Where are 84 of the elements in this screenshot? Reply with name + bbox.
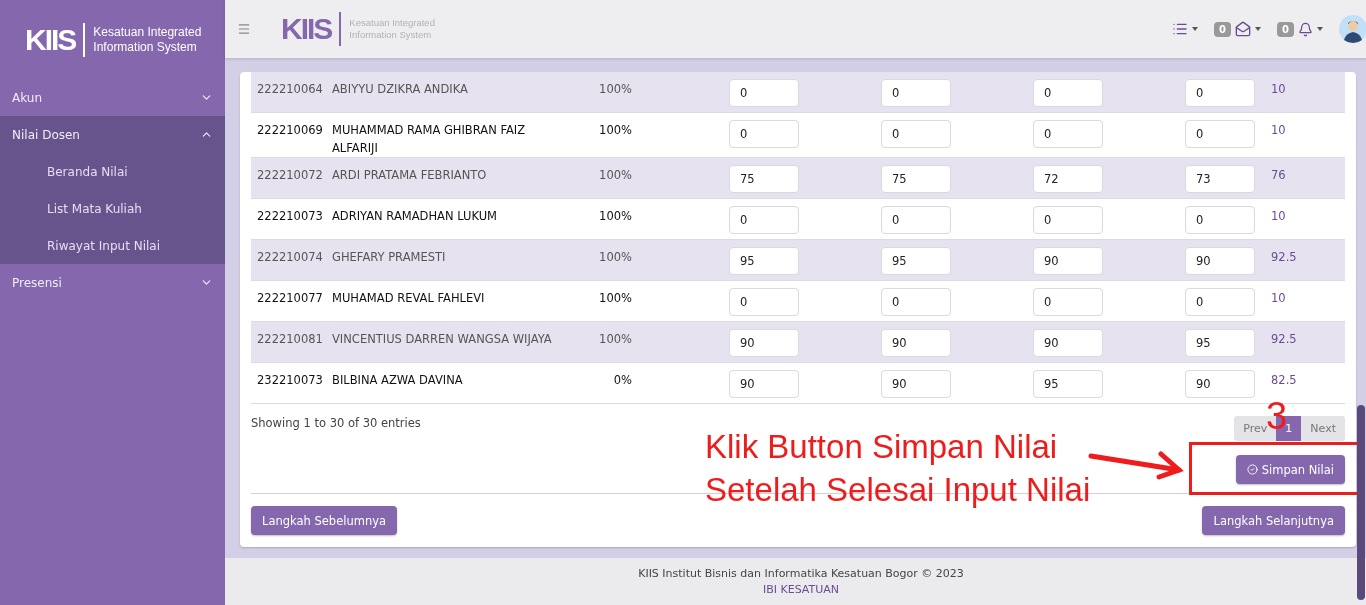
student-name: ABIYYU DZIKRA ANDIKA xyxy=(332,81,469,98)
header-title: Kesatuan Integrated Information System xyxy=(349,17,435,41)
score-input[interactable]: 75 xyxy=(729,165,799,193)
student-id: 222210064 xyxy=(257,81,324,98)
student-id: 222210074 xyxy=(257,249,324,266)
score-input[interactable]: 73 xyxy=(1185,165,1255,193)
save-grades-button[interactable]: Simpan Nilai xyxy=(1235,455,1345,484)
student-name: ARDI PRATAMA FEBRIANTO xyxy=(332,167,488,184)
student-name: VINCENTIUS DARREN WANGSA WIJAYA xyxy=(332,331,553,348)
sidebar-item[interactable]: Presensi xyxy=(0,264,225,301)
attendance-percent: 100% xyxy=(598,249,633,266)
score-input[interactable]: 0 xyxy=(729,206,799,234)
final-score: 10 xyxy=(1270,81,1287,98)
score-input[interactable]: 90 xyxy=(881,329,951,357)
score-input[interactable]: 0 xyxy=(881,79,951,107)
attendance-percent: 100% xyxy=(598,290,633,307)
sidebar-logo: KIIS xyxy=(25,22,76,57)
message-count: 0 xyxy=(1214,21,1232,37)
score-input[interactable]: 90 xyxy=(729,329,799,357)
notification-count: 0 xyxy=(1277,21,1294,37)
sidebar-title: Kesatuan Integrated Information System xyxy=(93,24,202,55)
next-page-button[interactable]: Next xyxy=(1301,416,1345,441)
attendance-percent: 100% xyxy=(598,208,633,225)
student-name: ADRIYAN RAMADHAN LUKUM xyxy=(332,208,498,225)
score-input[interactable]: 0 xyxy=(1033,120,1103,148)
score-input[interactable]: 95 xyxy=(1033,370,1103,398)
attendance-percent: 100% xyxy=(598,81,633,98)
final-score: 10 xyxy=(1270,122,1287,139)
score-input[interactable]: 0 xyxy=(1185,206,1255,234)
attendance-percent: 100% xyxy=(598,331,633,348)
score-input[interactable]: 0 xyxy=(881,206,951,234)
footer-copyright: KIIS Institut Bisnis dan Informatika Kesatuan Bogor © 2023 xyxy=(638,565,964,582)
score-input[interactable]: 95 xyxy=(881,247,951,275)
student-name: GHEFARY PRAMESTI xyxy=(332,249,447,266)
final-score: 10 xyxy=(1270,290,1287,307)
final-score: 92.5 xyxy=(1270,331,1298,348)
score-input[interactable]: 0 xyxy=(881,288,951,316)
annotation-text: Klik Button Simpan Nilai Setelah Selesai Input Nilai xyxy=(705,427,1091,510)
score-input[interactable]: 0 xyxy=(1185,79,1255,107)
previous-step-button[interactable]: Langkah Sebelumnya xyxy=(251,506,398,535)
score-input[interactable]: 0 xyxy=(881,120,951,148)
student-id: 222210081 xyxy=(257,331,324,348)
score-input[interactable]: 90 xyxy=(881,370,951,398)
student-id: 222210073 xyxy=(257,208,324,225)
score-input[interactable]: 0 xyxy=(1185,288,1255,316)
footer-link[interactable]: IBI KESATUAN xyxy=(762,581,840,598)
score-input[interactable]: 75 xyxy=(881,165,951,193)
score-input[interactable]: 0 xyxy=(1033,79,1103,107)
student-id: 222210077 xyxy=(257,290,324,307)
entries-info: Showing 1 to 30 of 30 entries xyxy=(251,416,421,432)
final-score: 82.5 xyxy=(1270,372,1298,389)
score-input[interactable]: 72 xyxy=(1033,165,1103,193)
student-id: 232210073 xyxy=(257,372,324,389)
score-input[interactable]: 0 xyxy=(729,120,799,148)
next-step-button[interactable]: Langkah Selanjutnya xyxy=(1202,506,1345,535)
student-id: 222210072 xyxy=(257,167,324,184)
final-score: 10 xyxy=(1270,208,1287,225)
score-input[interactable]: 0 xyxy=(1033,206,1103,234)
student-name: BILBINA AZWA DAVINA xyxy=(332,372,464,389)
final-score: 92.5 xyxy=(1270,249,1298,266)
student-id: 222210069 xyxy=(257,122,324,139)
score-input[interactable]: 90 xyxy=(729,370,799,398)
sidebar-item[interactable]: Nilai Dosen xyxy=(0,116,225,153)
final-score: 76 xyxy=(1270,167,1287,184)
score-input[interactable]: 95 xyxy=(1185,329,1255,357)
sidebar-item[interactable]: Akun xyxy=(0,79,225,116)
header-logo: KIIS xyxy=(281,12,332,46)
score-input[interactable]: 90 xyxy=(1033,329,1103,357)
score-input[interactable]: 0 xyxy=(729,288,799,316)
score-input[interactable]: 0 xyxy=(1185,120,1255,148)
attendance-percent: 100% xyxy=(598,122,633,139)
score-input[interactable]: 90 xyxy=(1033,247,1103,275)
student-name: MUHAMMAD RAMA GHIBRAN FAIZ ALFARIJI xyxy=(332,122,527,157)
attendance-percent: 0% xyxy=(612,372,633,389)
score-input[interactable]: 0 xyxy=(1033,288,1103,316)
score-input[interactable]: 95 xyxy=(729,247,799,275)
sidebar-subitem[interactable]: Riwayat Input Nilai xyxy=(0,227,225,264)
score-input[interactable]: 0 xyxy=(729,79,799,107)
sidebar-subitem[interactable]: List Mata Kuliah xyxy=(0,190,225,227)
score-input[interactable]: 90 xyxy=(1185,247,1255,275)
sidebar-subitem[interactable]: Beranda Nilai xyxy=(0,153,225,190)
attendance-percent: 100% xyxy=(598,167,633,184)
score-input[interactable]: 90 xyxy=(1185,370,1255,398)
student-name: MUHAMAD REVAL FAHLEVI xyxy=(332,290,486,307)
